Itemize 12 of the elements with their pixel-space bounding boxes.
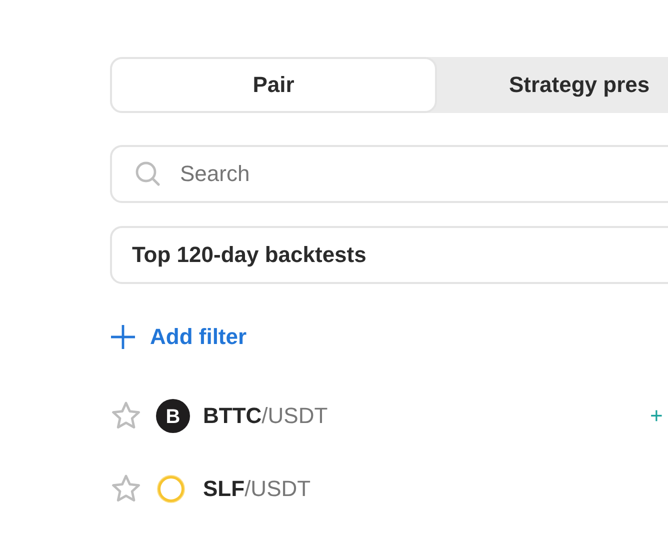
plus-icon: [110, 324, 136, 350]
tab[interactable]: Strategy pres: [437, 57, 668, 113]
add-filter-button[interactable]: Add filter: [110, 324, 247, 350]
search-field[interactable]: Search: [110, 145, 668, 203]
coin-letter: B: [166, 406, 180, 428]
search-icon: [134, 160, 162, 188]
pair-name[interactable]: BTTC/USDT: [203, 403, 328, 429]
pair-name[interactable]: SLF/USDT: [203, 476, 311, 502]
coin-icon: [156, 474, 186, 504]
preset-select[interactable]: Top 120-day backtests: [110, 226, 668, 284]
tab[interactable]: Pair: [110, 57, 437, 113]
change-value: +: [650, 403, 663, 429]
